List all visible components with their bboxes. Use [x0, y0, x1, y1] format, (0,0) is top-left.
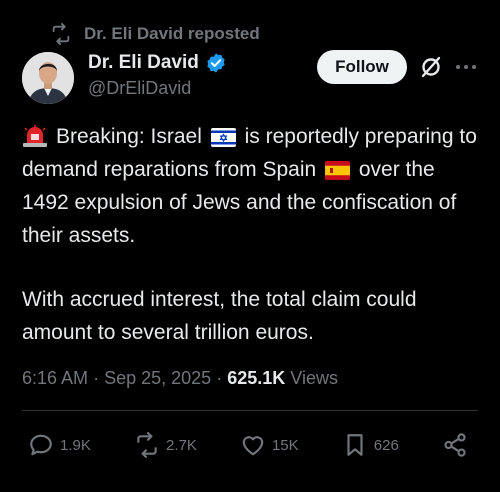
- heart-icon: [242, 436, 264, 456]
- tweet-date[interactable]: Sep 25, 2025: [104, 368, 211, 388]
- views-count: 625.1K: [227, 368, 286, 388]
- like-button[interactable]: 15K: [240, 432, 299, 458]
- repost-count: 2.7K: [165, 436, 197, 454]
- avatar[interactable]: [22, 52, 74, 104]
- verified-badge-icon[interactable]: [205, 52, 227, 74]
- follow-button[interactable]: Follow: [317, 50, 407, 84]
- divider: [22, 410, 478, 411]
- author-info: Dr. Eli David @DrEliDavid: [88, 52, 227, 99]
- reply-icon: [30, 434, 52, 456]
- repost-indicator[interactable]: Dr. Eli David reposted: [50, 22, 260, 46]
- action-bar: 1.9K 2.7K 15K 626: [28, 428, 474, 462]
- tweet-paragraph-2: With accrued interest, the total claim c…: [22, 288, 417, 344]
- reply-button[interactable]: 1.9K: [28, 432, 91, 458]
- reply-count: 1.9K: [60, 436, 91, 454]
- avatar-image: [22, 52, 74, 104]
- bookmark-count: 626: [373, 436, 399, 454]
- rotating-light-emoji-icon: [23, 125, 47, 147]
- repost-icon: [137, 432, 157, 458]
- repost-button[interactable]: 2.7K: [134, 432, 197, 458]
- author-name[interactable]: Dr. Eli David: [88, 52, 199, 74]
- like-count: 15K: [271, 436, 299, 454]
- tweet-paragraph-1: Breaking: Israel is reportedly preparing…: [22, 120, 482, 252]
- more-options-icon[interactable]: [454, 56, 478, 78]
- tweet-meta: 6:16 AM · Sep 25, 2025 · 625.1K Views: [22, 368, 338, 389]
- views-label: Views: [290, 368, 338, 388]
- tweet-text: Breaking: Israel is reportedly preparing…: [22, 120, 482, 349]
- tweet-time[interactable]: 6:16 AM: [22, 368, 88, 388]
- israel-flag-icon: [210, 128, 236, 147]
- share-button[interactable]: [442, 432, 474, 458]
- grok-icon[interactable]: [418, 54, 444, 80]
- repost-icon: [52, 23, 70, 45]
- meta-separator: ·: [216, 368, 223, 388]
- repost-text: Dr. Eli David reposted: [84, 24, 260, 43]
- tweet-text-part-1: Breaking: Israel: [56, 125, 202, 148]
- spain-flag-icon: [325, 161, 351, 180]
- share-icon: [444, 433, 466, 457]
- bookmark-button[interactable]: 626: [342, 432, 399, 458]
- bookmark-icon: [347, 434, 363, 456]
- author-handle[interactable]: @DrEliDavid: [88, 78, 227, 99]
- meta-separator: ·: [93, 368, 100, 388]
